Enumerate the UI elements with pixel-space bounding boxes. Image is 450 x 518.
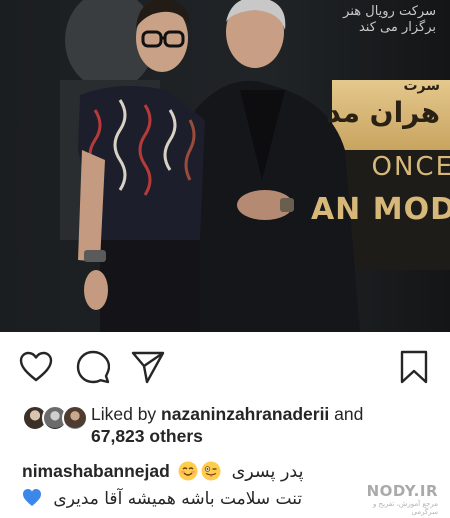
post-photo[interactable]: سرکت رویال هنر برگزار می کند سرت هران مد… bbox=[0, 0, 450, 332]
blue-heart-emoji-icon bbox=[23, 489, 41, 506]
caption-text-line-1: پدر پسری bbox=[231, 462, 304, 482]
caption-text-line-2: تنت سلامت باشه همیشه آقا مدیری bbox=[53, 489, 303, 509]
paper-plane-icon bbox=[131, 351, 165, 384]
banner-once-text: ONCE bbox=[371, 152, 450, 182]
banner-gold-title: هران مد bbox=[326, 96, 440, 129]
save-button[interactable] bbox=[397, 350, 431, 384]
post-action-bar bbox=[0, 340, 450, 392]
caption-username[interactable]: nimashabannejad bbox=[22, 461, 170, 481]
comment-button[interactable] bbox=[76, 350, 110, 384]
share-button[interactable] bbox=[131, 350, 165, 384]
liker-avatars[interactable] bbox=[22, 405, 88, 433]
watermark-subtext: مرجع آموزش، تفریح و سرگرمی bbox=[372, 500, 438, 516]
watermark-text: NODY.IR bbox=[366, 482, 438, 500]
speech-bubble-icon bbox=[76, 350, 110, 384]
banner-top-text: سرکت رویال هنر برگزار می کند bbox=[343, 4, 436, 35]
liked-by-prefix: Liked by bbox=[91, 404, 162, 424]
liked-by-text: Liked by nazaninzahranaderii and bbox=[91, 402, 363, 426]
banner-mod-text: AN MOD bbox=[310, 192, 450, 227]
site-watermark: NODY.IR مرجع آموزش، تفریح و سرگرمی bbox=[360, 482, 440, 516]
bookmark-icon bbox=[400, 350, 428, 384]
heart-outline-icon bbox=[19, 351, 53, 382]
avatar[interactable] bbox=[62, 405, 88, 431]
liked-by-and: and bbox=[329, 404, 364, 424]
banner-gold-subtitle: سرت bbox=[403, 78, 440, 94]
winking-tongue-emoji-icon bbox=[201, 461, 221, 481]
like-button[interactable] bbox=[19, 350, 53, 384]
likes-summary: Liked by nazaninzahranaderii and 67,823 … bbox=[22, 400, 442, 450]
likes-others-link[interactable]: 67,823 others bbox=[91, 426, 203, 447]
liked-by-username[interactable]: nazaninzahranaderii bbox=[161, 404, 329, 424]
smiling-blush-emoji-icon bbox=[178, 461, 198, 481]
